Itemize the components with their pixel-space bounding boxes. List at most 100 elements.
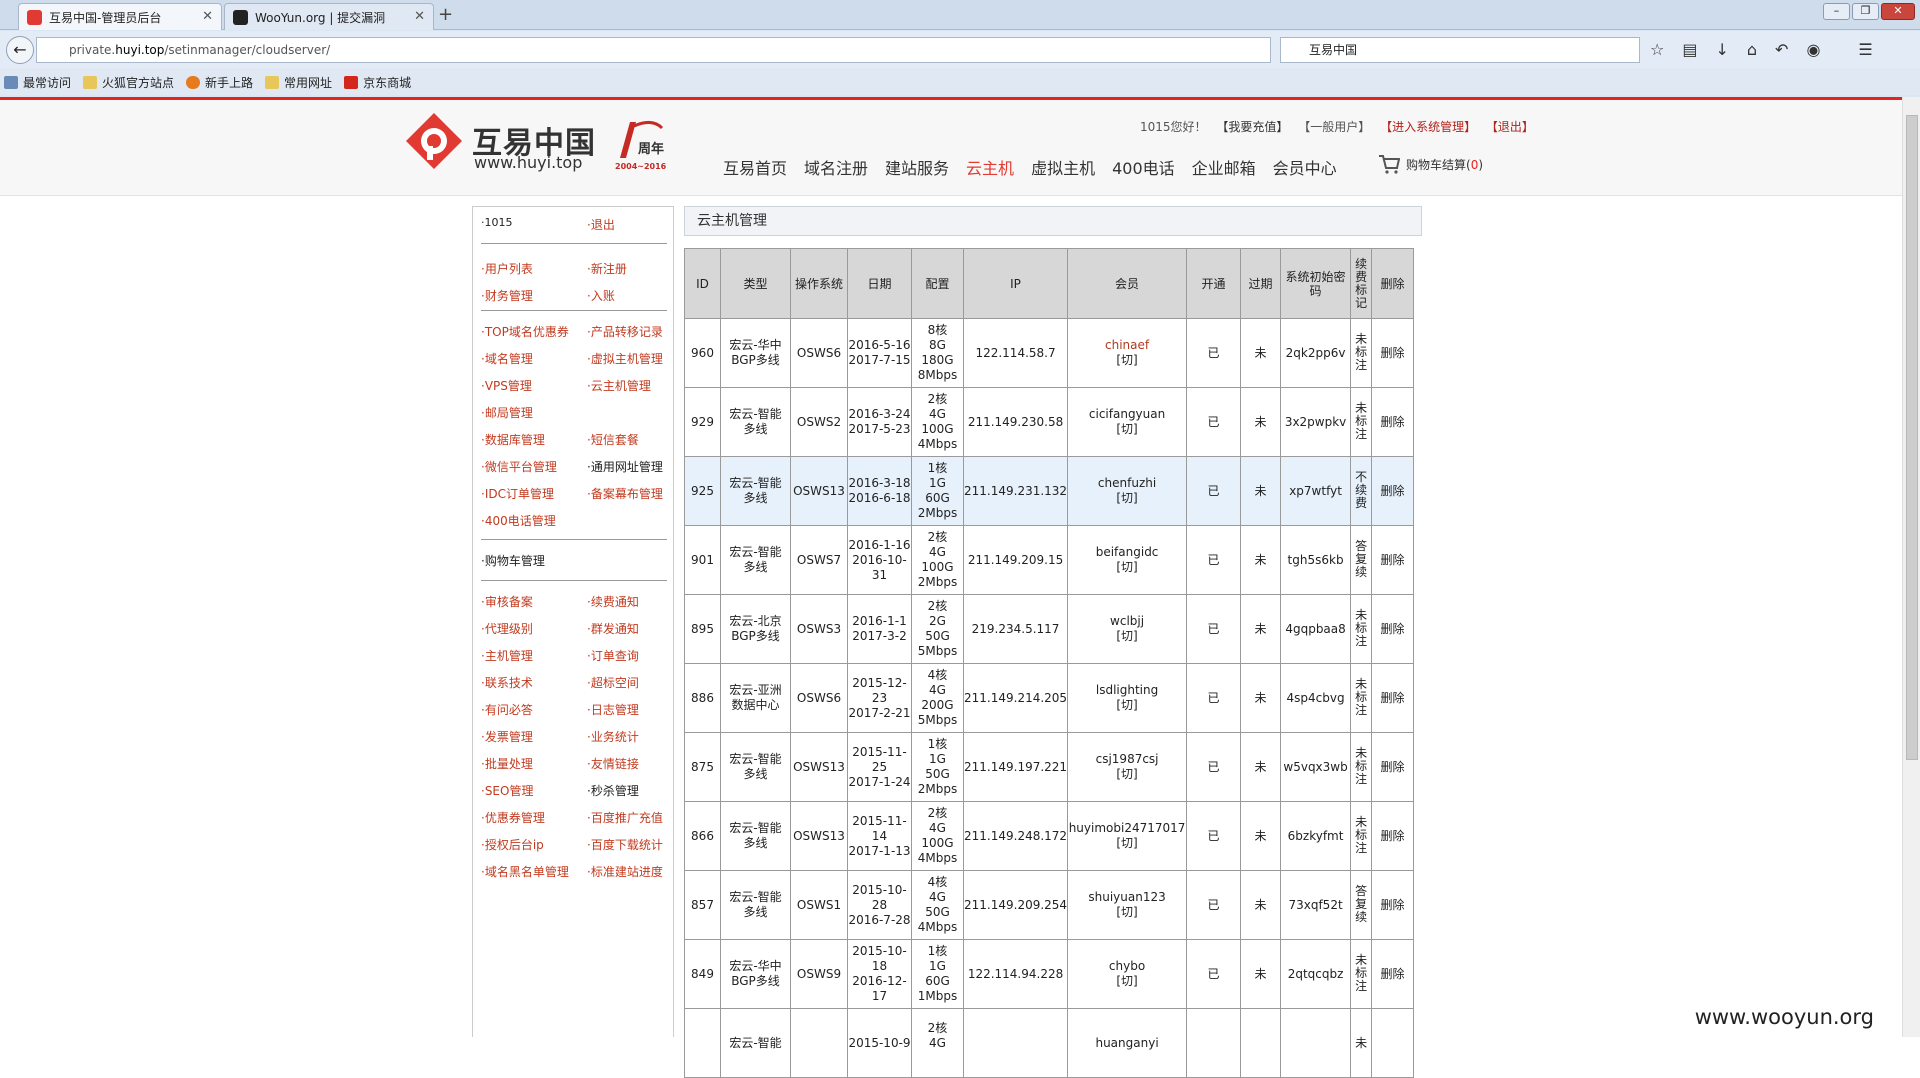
sidebar-item[interactable]: ·IDC订单管理 [481, 485, 554, 502]
host-member-text[interactable]: lsdlighting [1096, 683, 1158, 697]
delete-link-text[interactable]: 删除 [1381, 898, 1405, 912]
bookmark-item[interactable]: 新手上路 [186, 74, 253, 91]
back-icon[interactable]: ← [6, 36, 34, 64]
table-row[interactable]: 宏云-智能2015-10-92核4Ghuanganyi未 [685, 1009, 1414, 1078]
sidebar-item[interactable]: ·批量处理 [481, 755, 533, 772]
host-member[interactable]: chenfuzhi[切] [1068, 457, 1187, 526]
sidebar-item[interactable]: ·日志管理 [587, 701, 639, 718]
host-member-text[interactable]: [切] [1116, 698, 1137, 712]
sidebar-item[interactable]: ·秒杀管理 [587, 782, 639, 799]
tab-wooyun[interactable]: WooYun.org | 提交漏洞 ✕ [224, 3, 434, 30]
table-row[interactable]: 929宏云-智能多线OSWS22016-3-242017-5-232核4G100… [685, 388, 1414, 457]
host-member-text[interactable]: [切] [1116, 974, 1137, 988]
delete-link-text[interactable]: 删除 [1381, 484, 1405, 498]
host-member[interactable]: beifangidc[切] [1068, 526, 1187, 595]
host-member-text[interactable]: chenfuzhi [1098, 476, 1156, 490]
sidebar-item[interactable]: ·备案幕布管理 [587, 485, 663, 502]
sidebar-item[interactable]: ·数据库管理 [481, 431, 545, 448]
addon-icon[interactable]: ◉ [1806, 40, 1820, 59]
sidebar-item[interactable]: ·短信套餐 [587, 431, 639, 448]
nav-enterprise-mail[interactable]: 企业邮箱 [1192, 155, 1256, 179]
host-member-text[interactable]: csj1987csj [1096, 752, 1159, 766]
new-tab-icon[interactable]: + [438, 4, 453, 25]
reading-list-icon[interactable]: ▤ [1682, 40, 1697, 59]
host-member[interactable]: cicifangyuan[切] [1068, 388, 1187, 457]
sidebar-item[interactable]: ·用户列表 [481, 260, 533, 277]
delete-link[interactable]: 删除 [1372, 733, 1414, 802]
system-admin-link[interactable]: 【进入系统管理】 [1380, 120, 1476, 134]
sidebar-item[interactable]: ·群发通知 [587, 620, 639, 637]
host-member-text[interactable]: huanganyi [1095, 1036, 1158, 1050]
host-member[interactable]: huyimobi24717017[切] [1068, 802, 1187, 871]
nav-cloud-host[interactable]: 云主机 [966, 155, 1014, 179]
undo-icon[interactable]: ↶ [1775, 40, 1788, 59]
sidebar-item[interactable]: ·百度推广充值 [587, 809, 663, 826]
bookmark-item[interactable]: 最常访问 [4, 74, 71, 91]
logout-link[interactable]: 【退出】 [1486, 120, 1534, 134]
nav-website[interactable]: 建站服务 [885, 155, 949, 179]
host-member[interactable]: huanganyi [1068, 1009, 1187, 1078]
host-member[interactable]: lsdlighting[切] [1068, 664, 1187, 733]
host-member[interactable]: chinaef[切] [1068, 319, 1187, 388]
delete-link[interactable]: 删除 [1372, 802, 1414, 871]
sidebar-item[interactable]: ·优惠券管理 [481, 809, 545, 826]
search-bar[interactable]: 互易中国 [1280, 37, 1640, 63]
download-icon[interactable]: ↓ [1715, 40, 1728, 59]
nav-400-phone[interactable]: 400电话 [1112, 155, 1175, 179]
sidebar-item[interactable]: ·业务统计 [587, 728, 639, 745]
sidebar-item[interactable]: ·财务管理 [481, 287, 533, 304]
delete-link[interactable]: 删除 [1372, 388, 1414, 457]
sidebar-item[interactable]: ·审核备案 [481, 593, 533, 610]
host-member-text[interactable]: wclbjj [1110, 614, 1144, 628]
sidebar-item[interactable]: ·续费通知 [587, 593, 639, 610]
table-row[interactable]: 901宏云-智能多线OSWS72016-1-162016-10-312核4G10… [685, 526, 1414, 595]
delete-link-text[interactable]: 删除 [1381, 346, 1405, 360]
close-tab-icon[interactable]: ✕ [202, 9, 213, 24]
sidebar-item[interactable]: ·VPS管理 [481, 377, 532, 394]
sidebar-item[interactable]: ·400电话管理 [481, 512, 556, 529]
host-member-text[interactable]: [切] [1116, 629, 1137, 643]
delete-link[interactable] [1372, 1009, 1414, 1078]
sidebar-item[interactable]: ·有问必答 [481, 701, 533, 718]
sidebar-item[interactable]: ·产品转移记录 [587, 323, 663, 340]
close-window-icon[interactable]: ✕ [1881, 3, 1915, 20]
huyi-logo-icon[interactable] [405, 112, 463, 170]
table-row[interactable]: 875宏云-智能多线OSWS132015-11-252017-1-241核1G5… [685, 733, 1414, 802]
scrollbar-thumb[interactable] [1906, 115, 1918, 760]
sidebar-cart-management[interactable]: ·购物车管理 [481, 552, 545, 569]
host-member-text[interactable]: [切] [1116, 560, 1137, 574]
delete-link[interactable]: 删除 [1372, 526, 1414, 595]
sidebar-logout[interactable]: ·退出 [587, 216, 615, 233]
delete-link-text[interactable]: 删除 [1381, 760, 1405, 774]
host-member-text[interactable]: shuiyuan123 [1088, 890, 1165, 904]
sidebar-item[interactable]: ·域名管理 [481, 350, 533, 367]
table-row[interactable]: 849宏云-华中BGP多线OSWS92015-10-182016-12-171核… [685, 940, 1414, 1009]
table-row[interactable]: 895宏云-北京BGP多线OSWS32016-1-12017-3-22核2G50… [685, 595, 1414, 664]
nav-domain[interactable]: 域名注册 [804, 155, 868, 179]
sidebar-item[interactable]: ·标准建站进度 [587, 863, 663, 880]
delete-link[interactable]: 删除 [1372, 595, 1414, 664]
host-member-text[interactable]: [切] [1116, 422, 1137, 436]
delete-link-text[interactable]: 删除 [1381, 553, 1405, 567]
delete-link-text[interactable]: 删除 [1381, 829, 1405, 843]
sidebar-item[interactable]: ·代理级别 [481, 620, 533, 637]
table-row[interactable]: 960宏云-华中BGP多线OSWS62016-5-162017-7-158核8G… [685, 319, 1414, 388]
delete-link[interactable]: 删除 [1372, 940, 1414, 1009]
tab-admin[interactable]: 互易中国-管理员后台 ✕ [18, 3, 222, 30]
sidebar-item[interactable]: ·微信平台管理 [481, 458, 557, 475]
sidebar-item[interactable]: ·新注册 [587, 260, 627, 277]
host-member[interactable]: wclbjj[切] [1068, 595, 1187, 664]
recharge-link[interactable]: 【我要充值】 [1216, 120, 1288, 134]
delete-link-text[interactable]: 删除 [1381, 691, 1405, 705]
sidebar-item[interactable]: ·发票管理 [481, 728, 533, 745]
home-icon[interactable]: ⌂ [1747, 40, 1757, 59]
host-member-text[interactable]: [切] [1116, 905, 1137, 919]
url-bar[interactable]: private.huyi.top/setinmanager/cloudserve… [36, 37, 1271, 63]
restore-icon[interactable]: ❐ [1852, 3, 1879, 20]
table-row[interactable]: 886宏云-亚洲数据中心OSWS62015-12-232017-2-214核4G… [685, 664, 1414, 733]
close-tab-icon[interactable]: ✕ [414, 9, 425, 24]
sidebar-item[interactable]: ·超标空间 [587, 674, 639, 691]
sidebar-item[interactable]: ·SEO管理 [481, 782, 533, 799]
cart-link[interactable]: 购物车结算(0) [1378, 154, 1483, 174]
delete-link-text[interactable]: 删除 [1381, 622, 1405, 636]
